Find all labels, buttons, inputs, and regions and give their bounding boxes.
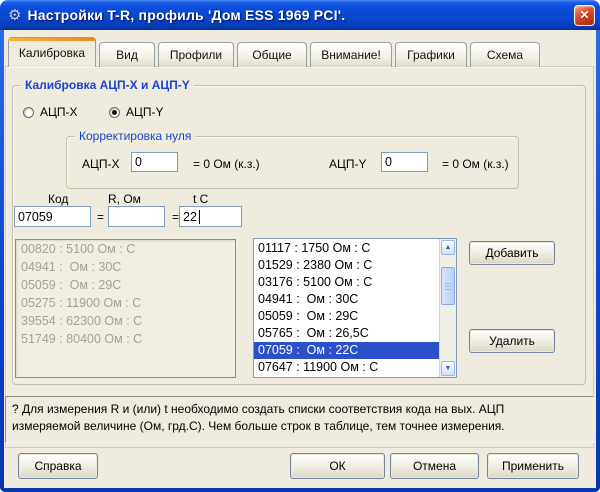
zero-y-label: АЦП-Y bbox=[329, 157, 367, 171]
tab-vnimanie[interactable]: Внимание! bbox=[310, 42, 392, 67]
calibration-groupbox: Калибровка АЦП-X и АЦП-Y АЦП-X АЦП-Y Кор… bbox=[12, 85, 586, 385]
zero-x-suffix: = 0 Ом (к.з.) bbox=[193, 157, 260, 171]
list-item[interactable]: 01529 : 2380 Ом : С bbox=[254, 257, 439, 274]
help-button[interactable]: Справка bbox=[18, 453, 98, 479]
cancel-button[interactable]: Отмена bbox=[390, 453, 479, 479]
header-code: Код bbox=[48, 192, 68, 206]
list-item: 05059 : Ом : 29С bbox=[16, 276, 235, 294]
zero-x-input[interactable] bbox=[131, 152, 178, 172]
list-item: 04941 : Ом : 30С bbox=[16, 258, 235, 276]
zero-x-label: АЦП-X bbox=[82, 157, 120, 171]
dialog-body: Калибровка Вид Профили Общие Внимание! Г… bbox=[4, 30, 596, 488]
equals-sign-1: = bbox=[97, 210, 104, 224]
scrollbar[interactable]: ▲ ▼ bbox=[439, 239, 456, 377]
equals-sign-2: = bbox=[172, 210, 179, 224]
zero-y-suffix: = 0 Ом (к.з.) bbox=[442, 157, 509, 171]
zero-y-input[interactable] bbox=[381, 152, 428, 172]
apply-button[interactable]: Применить bbox=[487, 453, 579, 479]
list-item: 05275 : 11900 Ом : С bbox=[16, 294, 235, 312]
radio-adc-x-label: АЦП-X bbox=[40, 105, 78, 119]
tab-obshchie[interactable]: Общие bbox=[237, 42, 307, 67]
tab-kalibrovka[interactable]: Калибровка bbox=[8, 37, 96, 67]
pending-calibration-list: 00820 : 5100 Ом : С 04941 : Ом : 30С 050… bbox=[15, 239, 236, 378]
calibration-groupbox-title: Калибровка АЦП-X и АЦП-Y bbox=[21, 78, 194, 92]
window-title: Настройки T-R, профиль 'Дом ESS 1969 PCI… bbox=[27, 7, 345, 23]
tab-vid[interactable]: Вид bbox=[99, 42, 155, 67]
add-button[interactable]: Добавить bbox=[469, 241, 555, 265]
list-item[interactable]: 05765 : Ом : 26,5С bbox=[254, 325, 439, 342]
resistance-input[interactable] bbox=[108, 206, 165, 227]
list-item[interactable]: 03176 : 5100 Ом : С bbox=[254, 274, 439, 291]
zero-correction-title: Корректировка нуля bbox=[75, 129, 195, 143]
tab-skhema[interactable]: Схема bbox=[470, 42, 540, 67]
list-item[interactable]: 01117 : 1750 Ом : С bbox=[254, 240, 439, 257]
list-item-selected[interactable]: 07059 : Ом : 22С bbox=[254, 342, 439, 359]
header-resistance: R, Ом bbox=[108, 192, 141, 206]
close-icon: ✕ bbox=[579, 9, 589, 21]
list-item: 39554 : 62300 Ом : С bbox=[16, 312, 235, 330]
code-input[interactable] bbox=[14, 206, 91, 227]
tab-strip: Калибровка Вид Профили Общие Внимание! Г… bbox=[8, 37, 540, 67]
header-temperature: t C bbox=[193, 192, 208, 206]
tab-grafiki[interactable]: Графики bbox=[395, 42, 467, 67]
list-item[interactable]: 05059 : Ом : 29С bbox=[254, 308, 439, 325]
scrollbar-thumb[interactable] bbox=[441, 267, 455, 305]
titlebar[interactable]: ⚙ Настройки T-R, профиль 'Дом ESS 1969 P… bbox=[0, 0, 600, 30]
settings-dialog-window: ⚙ Настройки T-R, профиль 'Дом ESS 1969 P… bbox=[0, 0, 600, 492]
ok-button[interactable]: ОК bbox=[290, 453, 385, 479]
radio-circle-icon bbox=[23, 107, 34, 118]
radio-adc-y[interactable]: АЦП-Y bbox=[109, 105, 164, 119]
close-button[interactable]: ✕ bbox=[574, 5, 595, 26]
temperature-input[interactable] bbox=[179, 206, 242, 227]
scroll-down-icon[interactable]: ▼ bbox=[441, 361, 455, 376]
zero-correction-groupbox: Корректировка нуля АЦП-X = 0 Ом (к.з.) А… bbox=[66, 136, 519, 189]
list-item: 00820 : 5100 Ом : С bbox=[16, 240, 235, 258]
help-text-line1: ? Для измерения R и (или) t необходимо с… bbox=[12, 401, 587, 418]
text-caret bbox=[199, 210, 200, 224]
list-item[interactable]: 07647 : 11900 Ом : С bbox=[254, 359, 439, 376]
list-item: 51749 : 80400 Ом : С bbox=[16, 330, 235, 348]
radio-adc-x[interactable]: АЦП-X bbox=[23, 105, 78, 119]
list-item[interactable]: 04941 : Ом : 30С bbox=[254, 291, 439, 308]
tab-profili[interactable]: Профили bbox=[158, 42, 234, 67]
help-text-line2: измеряемой величине (Ом, грд.С). Чем бол… bbox=[12, 418, 587, 435]
radio-adc-y-label: АЦП-Y bbox=[126, 105, 164, 119]
gear-icon: ⚙ bbox=[8, 8, 21, 23]
radio-dot-icon bbox=[109, 107, 120, 118]
scroll-up-icon[interactable]: ▲ bbox=[441, 240, 455, 255]
calibration-points-list[interactable]: 01117 : 1750 Ом : С 01529 : 2380 Ом : С … bbox=[253, 238, 457, 378]
help-text-box: ? Для измерения R и (или) t необходимо с… bbox=[5, 396, 594, 443]
delete-button[interactable]: Удалить bbox=[469, 329, 555, 353]
